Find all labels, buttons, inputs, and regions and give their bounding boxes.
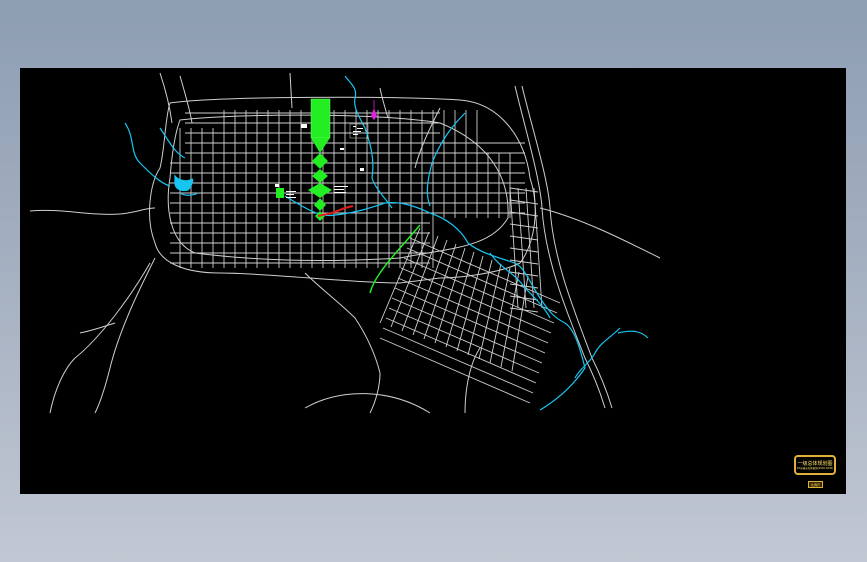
cad-drawing-viewport[interactable]: 一级总体规划图 XX市城市总体规划(2010-2030) 比例尺 <box>20 68 846 494</box>
green-corridor <box>276 98 421 294</box>
scale-bar-label: 比例尺 <box>810 482 820 487</box>
green-patch <box>276 188 284 198</box>
scale-bar: 比例尺 <box>808 481 823 488</box>
street-segment <box>456 255 484 352</box>
street-segment <box>509 307 539 313</box>
street-segment <box>390 231 430 328</box>
title-block-frame[interactable]: 一级总体规划图 XX市城市总体规划(2010-2030) <box>794 455 836 475</box>
city-master-plan-map <box>29 72 661 414</box>
green-axis-block <box>310 98 331 139</box>
street-segment <box>511 275 529 372</box>
street-segment <box>509 259 539 265</box>
street-segment <box>517 187 527 309</box>
title-block-subtitle: XX市城市总体规划(2010-2030) <box>796 466 834 470</box>
street-segment <box>478 263 502 360</box>
street-segment <box>509 235 539 241</box>
street-segment <box>489 267 511 364</box>
landmark-icon <box>371 100 377 120</box>
